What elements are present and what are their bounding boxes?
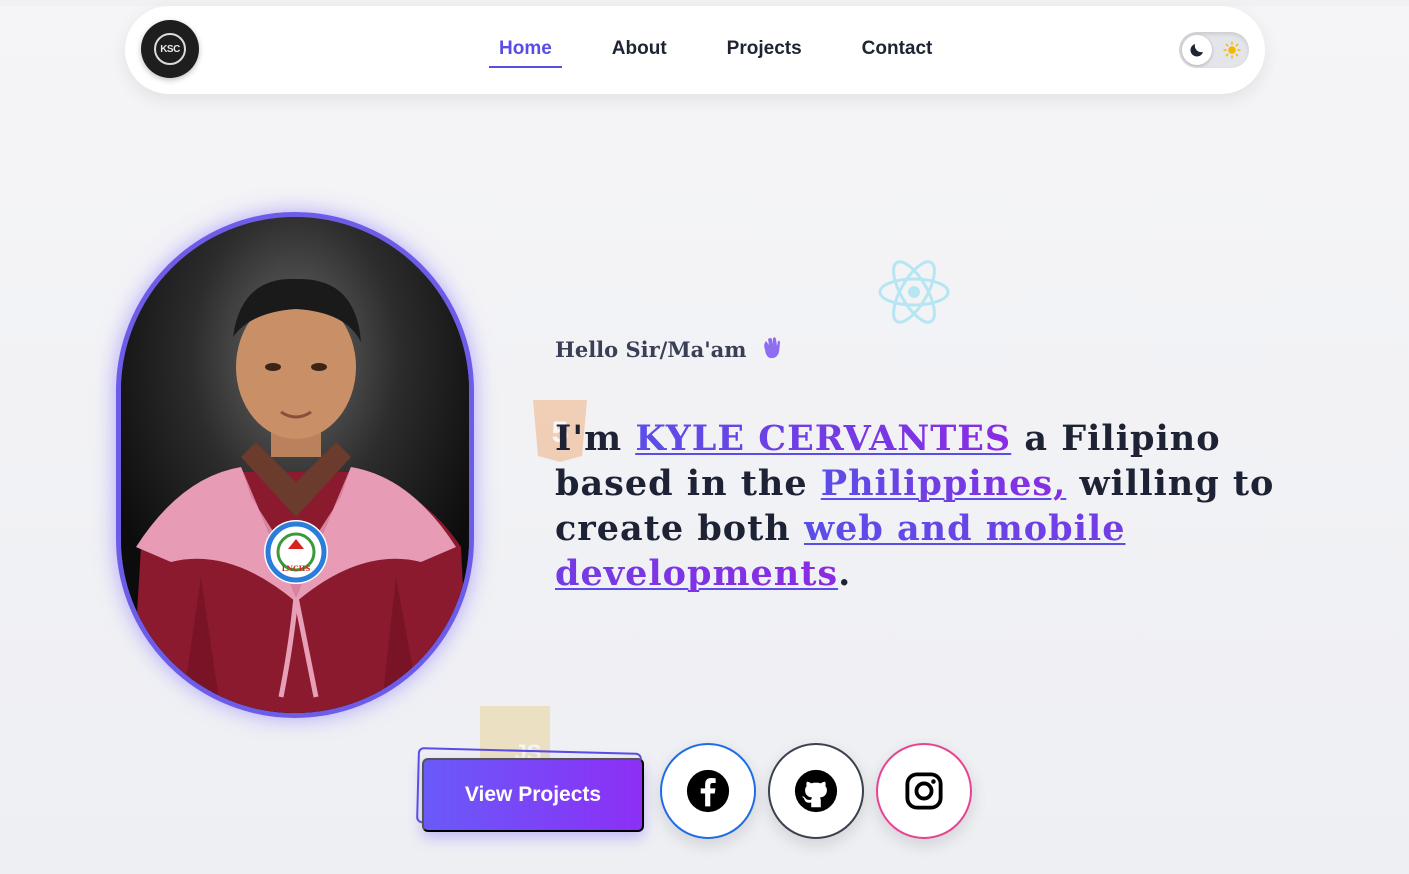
instagram-icon xyxy=(905,772,943,810)
site-logo[interactable]: KSC xyxy=(141,20,199,78)
profile-photo: LNCHS xyxy=(116,212,474,718)
nav-link-projects[interactable]: Projects xyxy=(717,36,812,68)
badge-text: LNCHS xyxy=(282,564,311,573)
greeting-text: Hello Sir/Ma'am xyxy=(555,337,747,362)
github-icon xyxy=(794,769,838,813)
intro-text-1: I'm xyxy=(555,418,636,459)
view-projects-button[interactable]: View Projects xyxy=(422,758,644,832)
intro-heading: I'm KYLE CERVANTES a Filipino based in t… xyxy=(555,416,1275,596)
nav-link-home[interactable]: Home xyxy=(489,36,562,68)
name-link[interactable]: KYLE CERVANTES xyxy=(635,418,1011,459)
facebook-link[interactable] xyxy=(660,743,756,839)
logo-text: KSC xyxy=(154,33,186,65)
nav-link-about[interactable]: About xyxy=(602,36,677,68)
navbar: KSC Home About Projects Contact xyxy=(125,6,1265,94)
greeting: Hello Sir/Ma'am xyxy=(555,336,782,362)
country-link[interactable]: Philippines, xyxy=(821,463,1067,504)
facebook-icon xyxy=(686,769,730,813)
sun-icon xyxy=(1223,41,1241,59)
intro-text-4: . xyxy=(838,553,852,594)
moon-icon xyxy=(1190,44,1203,57)
toggle-knob xyxy=(1182,35,1212,65)
theme-toggle[interactable] xyxy=(1179,32,1249,68)
react-icon xyxy=(878,260,950,324)
portrait-illustration: LNCHS xyxy=(121,217,469,713)
instagram-link[interactable] xyxy=(876,743,972,839)
waving-hand-icon xyxy=(763,337,780,359)
github-link[interactable] xyxy=(768,743,864,839)
nav-link-contact[interactable]: Contact xyxy=(852,36,943,68)
nav-links: Home About Projects Contact xyxy=(489,36,982,68)
